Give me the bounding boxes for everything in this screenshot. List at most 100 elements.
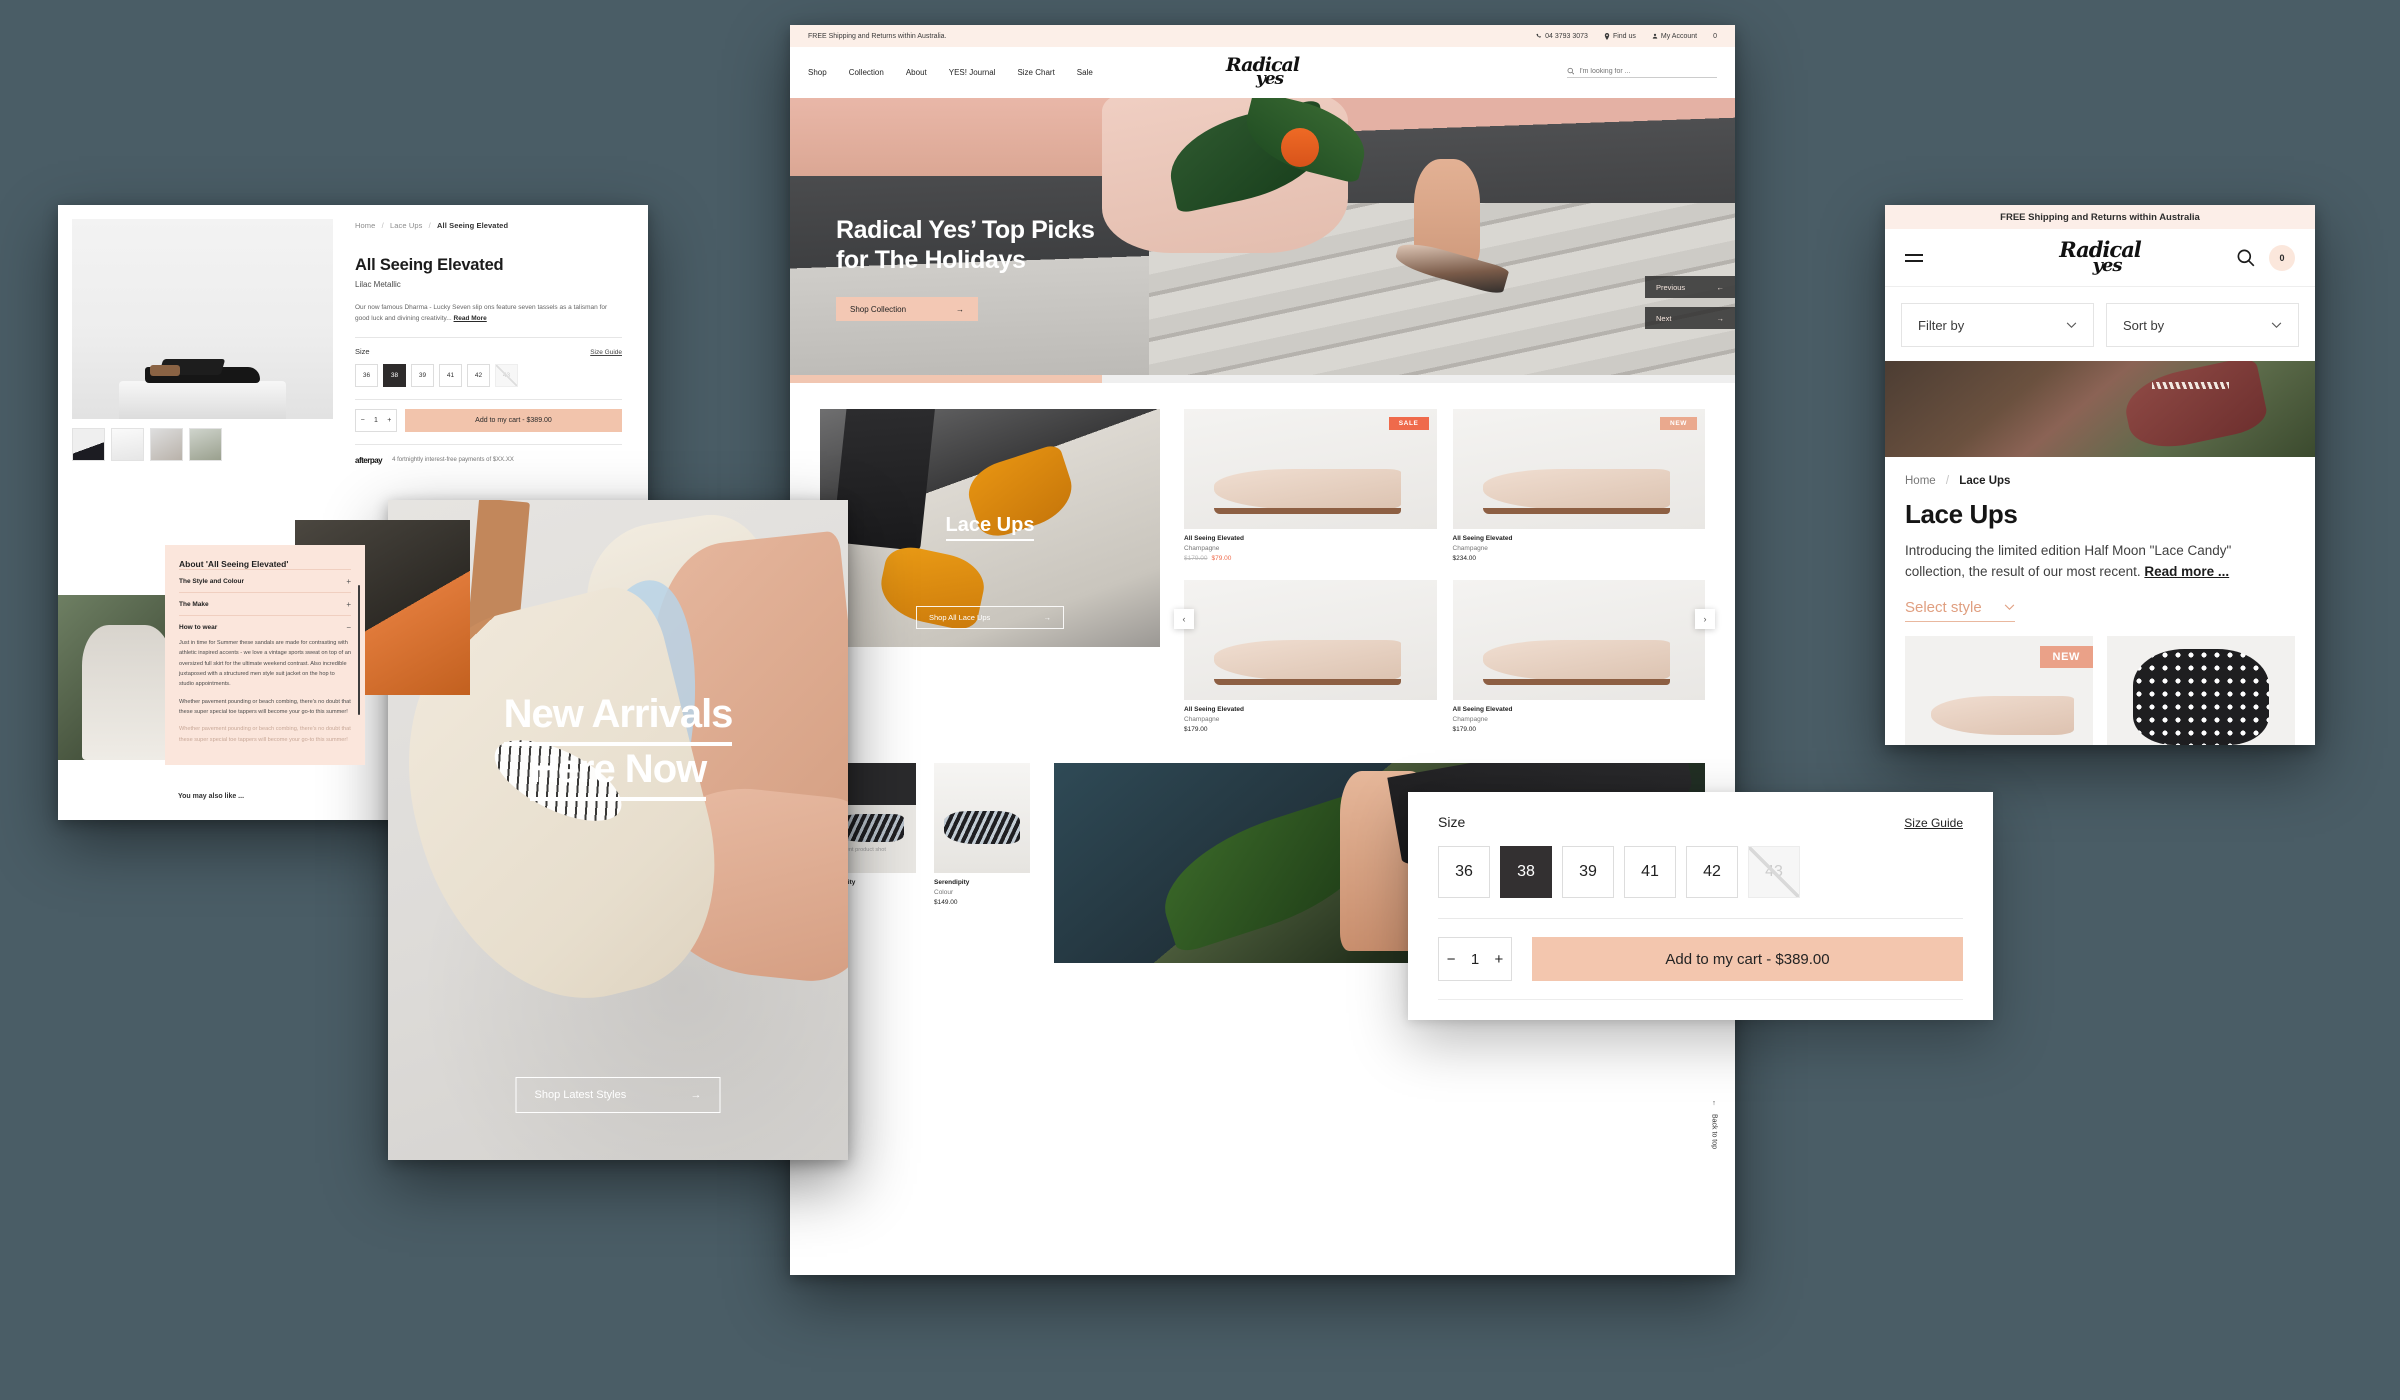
quantity-stepper[interactable]: − 1 +	[355, 408, 397, 432]
status-badge: SALE	[1388, 417, 1429, 430]
size-guide-link[interactable]: Size Guide	[1904, 816, 1963, 830]
hero-next-button[interactable]: Next →	[1645, 307, 1735, 329]
size-option-41[interactable]: 41	[439, 363, 462, 387]
product-image	[934, 763, 1030, 873]
size-option-41[interactable]: 41	[1624, 846, 1676, 898]
accordion-the-make[interactable]: The Make +	[179, 592, 351, 615]
minus-icon: −	[346, 623, 351, 632]
accordion-style-and-colour[interactable]: The Style and Colour +	[179, 569, 351, 592]
shop-collection-label: Shop Collection	[850, 304, 907, 314]
shop-collection-button[interactable]: Shop Collection →	[836, 297, 978, 321]
phone-link[interactable]: 04 3793 3073	[1536, 33, 1588, 40]
breadcrumb-home[interactable]: Home	[1905, 475, 1936, 487]
accordion-paragraph: Whether pavement pounding or beach combi…	[179, 698, 351, 716]
hamburger-menu-icon[interactable]	[1905, 250, 1923, 266]
nav-item-yes-journal[interactable]: YES! Journal	[949, 68, 996, 77]
carousel-prev-button[interactable]: ‹	[1174, 609, 1194, 629]
back-to-top-button[interactable]: ↑ Back to top	[1703, 1065, 1725, 1185]
breadcrumb-home[interactable]: Home	[355, 221, 375, 230]
read-more-link[interactable]: Read more ...	[2144, 564, 2229, 579]
breadcrumb-collection[interactable]: Lace Ups	[390, 221, 423, 230]
product-name: All Seeing Elevated	[1452, 706, 1513, 713]
quantity-decrement[interactable]: −	[1447, 951, 1456, 968]
product-info: Home / Lace Ups / All Seeing Elevated Al…	[343, 205, 648, 471]
product-image	[2107, 635, 2295, 745]
gallery-thumbnail[interactable]	[111, 428, 144, 461]
gallery-thumbnail[interactable]	[189, 428, 222, 461]
product-card[interactable]: If the product name is too long, it will…	[2107, 635, 2295, 745]
product-main-image[interactable]	[72, 219, 333, 419]
find-us-link[interactable]: Find us	[1604, 32, 1636, 40]
size-label: Size	[355, 346, 370, 356]
carousel-next-button[interactable]: ›	[1695, 609, 1715, 629]
product-card[interactable]: NEW All Seeing Elevated Champagne $234.0…	[1452, 409, 1705, 562]
divider	[1438, 918, 1963, 919]
size-option-38[interactable]: 38	[383, 363, 406, 387]
accordion-label: The Style and Colour	[179, 578, 245, 585]
shop-latest-styles-button[interactable]: Shop Latest Styles →	[515, 1077, 721, 1113]
product-card[interactable]: All Seeing Elevated Champagne $179.00	[1452, 580, 1705, 733]
quantity-increment[interactable]: +	[387, 417, 391, 424]
product-price: $179.00 $79.00	[1184, 555, 1437, 562]
product-grid: SALE All Seeing Elevated Champagne $179.…	[1174, 409, 1715, 733]
select-style-dropdown[interactable]: Select style	[1905, 599, 2015, 622]
hero-previous-button[interactable]: Previous ←	[1645, 276, 1735, 298]
quantity-increment[interactable]: +	[1495, 951, 1504, 968]
product-card[interactable]: NEW All Seeing Elevated	[1905, 635, 2093, 745]
read-more-link[interactable]: Read More	[454, 315, 487, 322]
sandal-product-decor	[145, 365, 260, 383]
product-card[interactable]: SALE All Seeing Elevated Champagne $179.…	[1184, 409, 1437, 562]
size-option-39[interactable]: 39	[1562, 846, 1614, 898]
mobile-hero-image	[1885, 361, 2315, 457]
add-to-cart-button[interactable]: Add to my cart - $389.00	[1532, 937, 1963, 981]
gallery-thumbnail[interactable]	[150, 428, 183, 461]
cart-badge[interactable]: 0	[2269, 244, 2295, 271]
next-label: Next	[1656, 313, 1672, 323]
gallery-thumbnail[interactable]	[72, 428, 105, 461]
cart-count[interactable]: 0	[1713, 33, 1717, 40]
sort-by-select[interactable]: Sort by	[2106, 303, 2299, 347]
mobile-collection-header: Home / Lace Ups Lace Ups Introducing the…	[1885, 457, 2315, 622]
brand-logo[interactable]: Radical yes	[2059, 239, 2142, 274]
size-option-36[interactable]: 36	[1438, 846, 1490, 898]
breadcrumb: Home / Lace Ups / All Seeing Elevated	[355, 221, 509, 230]
scrollbar[interactable]	[358, 585, 360, 715]
size-option-42[interactable]: 42	[467, 363, 490, 387]
product-colour: Lilac Metallic	[355, 280, 401, 289]
size-option-38[interactable]: 38	[1500, 846, 1552, 898]
user-icon	[1652, 33, 1658, 39]
filter-by-select[interactable]: Filter by	[1901, 303, 2094, 347]
product-card[interactable]: Serendipity Colour $149.00	[934, 763, 1030, 963]
size-option-42[interactable]: 42	[1686, 846, 1738, 898]
hero-copy: Radical Yes’ Top Picks for The Holidays …	[836, 216, 1095, 321]
product-card[interactable]: All Seeing Elevated Champagne $179.00	[1184, 580, 1437, 733]
quantity-decrement[interactable]: −	[361, 417, 365, 424]
quantity-stepper[interactable]: − 1 +	[1438, 937, 1512, 981]
nav-item-size-chart[interactable]: Size Chart	[1017, 68, 1054, 77]
shop-all-lace-ups-button[interactable]: Shop All Lace Ups →	[916, 606, 1064, 629]
hero-progress-bar[interactable]	[790, 375, 1735, 383]
lace-ups-collection-tile[interactable]: Lace Ups Shop All Lace Ups →	[820, 409, 1160, 647]
search-icon[interactable]	[2236, 248, 2255, 267]
accordion-paragraph: Just in time for Summer these sandals ar…	[179, 640, 351, 688]
search-box[interactable]	[1567, 67, 1717, 78]
nav-item-sale[interactable]: Sale	[1077, 68, 1093, 77]
accordion-how-to-wear[interactable]: How to wear −	[179, 615, 351, 638]
mobile-collection-panel: FREE Shipping and Returns within Austral…	[1885, 205, 2315, 745]
product-image: NEW	[1452, 409, 1705, 529]
product-gallery	[58, 205, 343, 471]
brand-logo[interactable]: Radical yes	[1226, 56, 1300, 88]
nav-item-collection[interactable]: Collection	[849, 68, 884, 77]
add-to-cart-button[interactable]: Add to my cart - $389.00	[405, 408, 622, 432]
product-image	[1452, 580, 1705, 700]
accordion-content: Just in time for Summer these sandals ar…	[179, 638, 351, 745]
accordion-paragraph: Whether pavement pounding or beach combi…	[179, 726, 351, 743]
size-guide-link[interactable]: Size Guide	[590, 349, 622, 356]
nav-item-shop[interactable]: Shop	[808, 68, 827, 77]
search-input[interactable]	[1579, 67, 1717, 75]
afterpay-row: afterpay 4 fortnightly interest-free pay…	[355, 456, 622, 465]
my-account-link[interactable]: My Account	[1652, 33, 1697, 40]
nav-item-about[interactable]: About	[906, 68, 927, 77]
size-option-36[interactable]: 36	[355, 363, 378, 387]
size-option-39[interactable]: 39	[411, 363, 434, 387]
